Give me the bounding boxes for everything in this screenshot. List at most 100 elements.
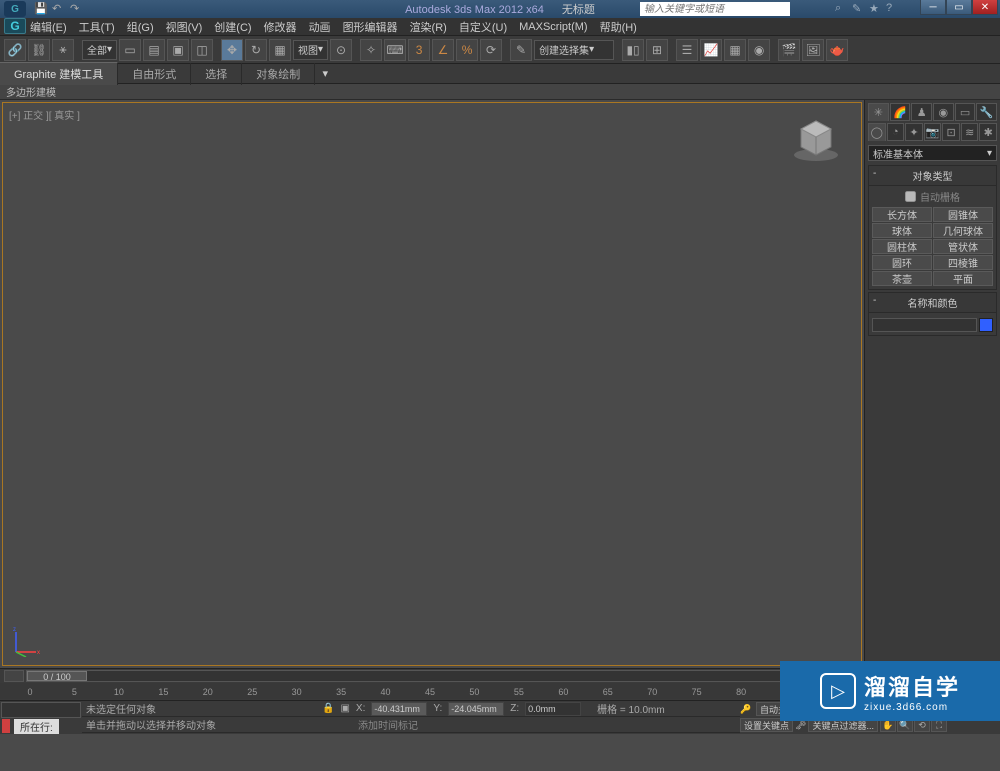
key-mode-icon[interactable]: 🔑 <box>740 704 754 715</box>
use-center-icon[interactable]: ⊙ <box>330 39 352 61</box>
obj-teapot-button[interactable]: 茶壶 <box>872 271 932 286</box>
material-editor-icon[interactable]: ◉ <box>748 39 770 61</box>
schematic-icon[interactable]: ▦ <box>724 39 746 61</box>
menu-views[interactable]: 视图(V) <box>166 19 203 35</box>
render-setup-icon[interactable]: 🎬 <box>778 39 800 61</box>
percent-snap-icon[interactable]: % <box>456 39 478 61</box>
maximize-button[interactable]: ▭ <box>946 0 972 15</box>
obj-cylinder-button[interactable]: 圆柱体 <box>872 239 932 254</box>
select-rotate-icon[interactable]: ↻ <box>245 39 267 61</box>
ribbon-minimize-icon[interactable]: ▾ <box>315 65 335 83</box>
rollout-header[interactable]: 对象类型 <box>869 166 996 186</box>
menu-rendering[interactable]: 渲染(R) <box>410 19 447 35</box>
panel-utilities-icon[interactable]: 🔧 <box>976 103 997 121</box>
menu-modifiers[interactable]: 修改器 <box>264 19 297 35</box>
menu-grapheditors[interactable]: 图形编辑器 <box>343 19 398 35</box>
time-slider-thumb[interactable]: 0 / 100 <box>27 671 87 681</box>
subcategory-dropdown[interactable]: 标准基本体▾ <box>868 145 997 161</box>
object-color-swatch[interactable] <box>979 318 993 332</box>
selection-filter-dropdown[interactable]: 全部 ▾ <box>82 40 117 60</box>
cat-lights-icon[interactable]: ✦ <box>905 123 923 141</box>
viewport-label[interactable]: [+] 正交 ][ 真实 ] <box>9 107 80 122</box>
menu-help[interactable]: 帮助(H) <box>600 19 637 35</box>
ribbon-tab-selection[interactable]: 选择 <box>191 63 242 85</box>
object-name-input[interactable] <box>872 318 977 332</box>
menu-create[interactable]: 创建(C) <box>214 19 251 35</box>
minimize-button[interactable]: ─ <box>920 0 946 15</box>
isolate-icon[interactable]: ▣ <box>340 703 349 714</box>
obj-torus-button[interactable]: 圆环 <box>872 255 932 270</box>
obj-pyramid-button[interactable]: 四棱锥 <box>933 255 993 270</box>
time-ruler[interactable]: 051015202530354045505560657075808590 <box>30 683 860 699</box>
select-move-icon[interactable]: ✥ <box>221 39 243 61</box>
edit-named-sel-icon[interactable]: ✎ <box>510 39 532 61</box>
select-name-icon[interactable]: ▤ <box>143 39 165 61</box>
cat-shapes-icon[interactable]: ◔ <box>887 123 905 141</box>
lock-icon[interactable]: 🔒 <box>322 703 334 714</box>
obj-tube-button[interactable]: 管状体 <box>933 239 993 254</box>
link-icon[interactable]: 🔗 <box>4 39 26 61</box>
panel-display-icon[interactable]: ▭ <box>955 103 976 121</box>
menu-edit[interactable]: 编辑(E) <box>30 19 67 35</box>
y-coord-input[interactable]: -24.045mm <box>448 702 504 716</box>
snap-toggle-icon[interactable]: 3 <box>408 39 430 61</box>
x-coord-input[interactable]: -40.431mm <box>371 702 427 716</box>
curve-editor-icon[interactable]: 📈 <box>700 39 722 61</box>
window-crossing-icon[interactable]: ◫ <box>191 39 213 61</box>
named-sel-dropdown[interactable]: 创建选择集 ▾ <box>534 40 614 60</box>
ribbon-tab-graphite[interactable]: Graphite 建模工具 <box>0 62 118 85</box>
layers-icon[interactable]: ☰ <box>676 39 698 61</box>
menu-tools[interactable]: 工具(T) <box>79 19 115 35</box>
panel-motion-icon[interactable]: ◉ <box>933 103 954 121</box>
select-object-icon[interactable]: ▭ <box>119 39 141 61</box>
bind-icon[interactable]: ⚹ <box>52 39 74 61</box>
close-button[interactable]: ✕ <box>972 0 998 15</box>
ribbon-tab-objectpaint[interactable]: 对象绘制 <box>242 63 315 85</box>
qat-redo-icon[interactable]: ↷ <box>70 2 84 16</box>
select-scale-icon[interactable]: ▦ <box>269 39 291 61</box>
ref-coord-dropdown[interactable]: 视图 ▾ <box>293 40 328 60</box>
cat-cameras-icon[interactable]: 📷 <box>924 123 942 141</box>
spinner-snap-icon[interactable]: ⟳ <box>480 39 502 61</box>
obj-plane-button[interactable]: 平面 <box>933 271 993 286</box>
menu-maxscript[interactable]: MAXScript(M) <box>519 21 587 33</box>
key-icon[interactable]: 🗝 <box>795 720 806 731</box>
select-region-icon[interactable]: ▣ <box>167 39 189 61</box>
cat-helpers-icon[interactable]: ⊡ <box>942 123 960 141</box>
qat-undo-icon[interactable]: ↶ <box>52 2 66 16</box>
rollout-header-2[interactable]: 名称和颜色 <box>869 293 996 313</box>
obj-cone-button[interactable]: 圆锥体 <box>933 207 993 222</box>
cat-systems-icon[interactable]: ✱ <box>979 123 997 141</box>
align-icon[interactable]: ⊞ <box>646 39 668 61</box>
angle-snap-icon[interactable]: ∠ <box>432 39 454 61</box>
viewcube-icon[interactable] <box>791 113 841 163</box>
search-icon[interactable]: ⌕ <box>835 2 849 16</box>
fav-icon[interactable]: ★ <box>869 2 883 16</box>
panel-create-icon[interactable]: ✳ <box>868 103 889 121</box>
panel-hierarchy-icon[interactable]: ♟ <box>911 103 932 121</box>
keyboard-shortcut-icon[interactable]: ⌨ <box>384 39 406 61</box>
help-icon[interactable]: ? <box>886 2 900 16</box>
ribbon-tab-freeform[interactable]: 自由形式 <box>118 63 191 85</box>
mirror-icon[interactable]: ▮▯ <box>622 39 644 61</box>
obj-box-button[interactable]: 长方体 <box>872 207 932 222</box>
qat-save-icon[interactable]: 💾 <box>34 2 48 16</box>
app-menu-button[interactable]: G <box>4 18 26 34</box>
z-coord-input[interactable]: 0.0mm <box>525 702 581 716</box>
help-search-input[interactable] <box>640 2 790 16</box>
obj-sphere-button[interactable]: 球体 <box>872 223 932 238</box>
render-frame-icon[interactable]: 🖼 <box>802 39 824 61</box>
menu-customize[interactable]: 自定义(U) <box>459 19 507 35</box>
menu-animation[interactable]: 动画 <box>309 19 331 35</box>
add-time-tag[interactable]: 添加时间标记 <box>358 717 418 732</box>
app-icon[interactable]: G <box>4 1 26 17</box>
comm-icon[interactable]: ✎ <box>852 2 866 16</box>
obj-geosphere-button[interactable]: 几何球体 <box>933 223 993 238</box>
time-config-icon[interactable] <box>4 670 24 682</box>
manipulate-icon[interactable]: ✧ <box>360 39 382 61</box>
cat-spacewarps-icon[interactable]: ≋ <box>961 123 979 141</box>
panel-modify-icon[interactable]: 🌈 <box>890 103 911 121</box>
render-icon[interactable]: 🫖 <box>826 39 848 61</box>
menu-group[interactable]: 组(G) <box>127 19 154 35</box>
unlink-icon[interactable]: ⛓ <box>28 39 50 61</box>
